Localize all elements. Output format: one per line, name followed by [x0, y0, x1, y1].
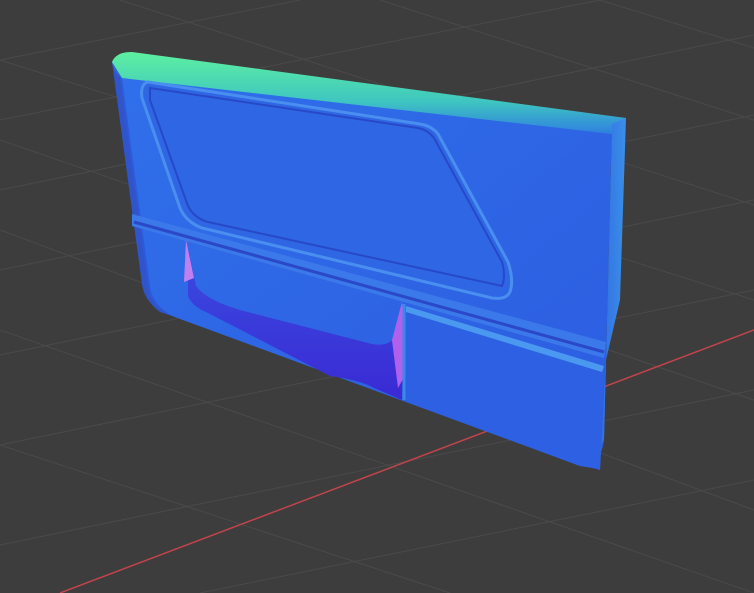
viewport-canvas[interactable]	[0, 0, 754, 593]
door-panel-mesh[interactable]	[112, 52, 626, 470]
3d-viewport[interactable]	[0, 0, 754, 593]
